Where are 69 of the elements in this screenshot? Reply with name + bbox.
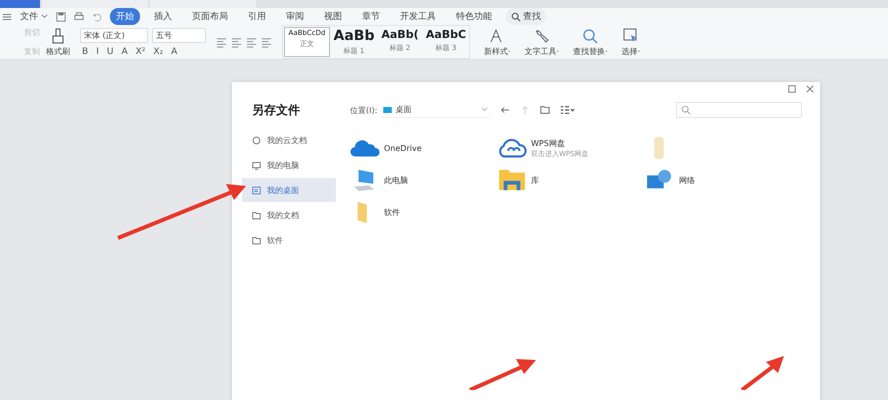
file-name[interactable]: OneDrive: [384, 144, 422, 152]
ribbon-tab[interactable]: 视图: [318, 8, 348, 25]
file-menu[interactable]: 文件: [20, 10, 38, 23]
monitor-icon: [252, 160, 261, 170]
caret-icon[interactable]: [481, 106, 488, 113]
undo-icon[interactable]: [92, 12, 102, 22]
location-dropdown[interactable]: 桌面: [381, 102, 490, 118]
format-button[interactable]: X²: [134, 46, 148, 56]
file-name[interactable]: 软件: [384, 206, 400, 218]
font-family-dropdown[interactable]: 宋体 (正文): [80, 28, 148, 42]
view-options-icon[interactable]: [560, 105, 576, 115]
ribbon-tab[interactable]: 引用: [242, 8, 272, 25]
dialog-title: 另存文件: [252, 102, 301, 118]
format-button[interactable]: I: [94, 46, 101, 56]
annotation-arrow: [740, 356, 784, 390]
annotation-arrow: [469, 359, 536, 390]
ribbon-tool-button[interactable]: 选择·: [622, 28, 640, 56]
font-size-dropdown[interactable]: 五号: [152, 28, 206, 42]
printer-icon[interactable]: [74, 12, 84, 22]
ribbon-tab[interactable]: 页面布局: [186, 8, 234, 25]
wrench-icon: [534, 28, 550, 44]
ribbon-tool-button[interactable]: 新样式·: [484, 28, 511, 56]
ribbon-tool-button[interactable]: 查找替换·: [573, 28, 608, 56]
file-name[interactable]: WPS网盘: [531, 138, 589, 148]
maximize-icon[interactable]: [788, 85, 796, 93]
format-button[interactable]: B: [80, 46, 90, 56]
format-button[interactable]: X₂: [151, 46, 166, 56]
search-icon: [511, 12, 521, 22]
search-button[interactable]: 查找: [506, 8, 546, 25]
sidebar-item[interactable]: 我的文档: [242, 203, 336, 227]
sidebar-item[interactable]: 软件: [242, 228, 336, 252]
format-button[interactable]: A: [119, 46, 130, 56]
folder-icon: [252, 236, 261, 244]
desktop-icon: [252, 186, 261, 194]
sidebar-item[interactable]: 我的云文档: [242, 128, 336, 152]
ribbon-tab[interactable]: 插入: [148, 8, 178, 25]
search-field[interactable]: [676, 102, 802, 118]
ribbon-tab[interactable]: 特色功能: [450, 8, 498, 25]
ribbon-tool-button[interactable]: 文字工具·: [524, 28, 560, 56]
folder-icon: [252, 210, 261, 220]
align-icon[interactable]: [261, 36, 272, 48]
align-icon[interactable]: [216, 36, 227, 48]
folder-icon[interactable]: [497, 168, 527, 192]
format-button[interactable]: A: [169, 46, 180, 56]
format-painter-label[interactable]: 格式刷: [46, 46, 70, 56]
search-icon: [681, 105, 691, 115]
sidebar-item[interactable]: 我的桌面: [242, 178, 336, 202]
close-icon[interactable]: [806, 85, 814, 93]
ribbon-tab[interactable]: 开始: [110, 8, 140, 25]
location-label: 位置(I):: [350, 104, 378, 116]
align-icon[interactable]: [231, 36, 242, 48]
ribbon-tab[interactable]: 开发工具: [394, 8, 442, 25]
back-arrow-icon[interactable]: [500, 105, 510, 115]
brush-icon: [50, 28, 66, 44]
save-icon[interactable]: [56, 12, 66, 22]
sidebar-item[interactable]: 我的电脑: [242, 153, 336, 177]
format-button[interactable]: U: [104, 46, 116, 56]
cursor-icon: [622, 28, 639, 44]
file-name[interactable]: 此电脑: [384, 174, 408, 186]
search-icon: [582, 28, 598, 44]
ribbon-tab[interactable]: 审阅: [280, 8, 310, 25]
file-name[interactable]: 网络: [679, 174, 695, 186]
new-folder-icon[interactable]: [540, 105, 550, 115]
file-name[interactable]: 库: [531, 174, 539, 186]
desktop-icon: [383, 106, 392, 112]
ribbon-tab[interactable]: 章节: [356, 8, 386, 25]
caret-icon[interactable]: [41, 13, 48, 20]
menu-icon[interactable]: [2, 12, 12, 22]
align-icon[interactable]: [246, 36, 257, 48]
